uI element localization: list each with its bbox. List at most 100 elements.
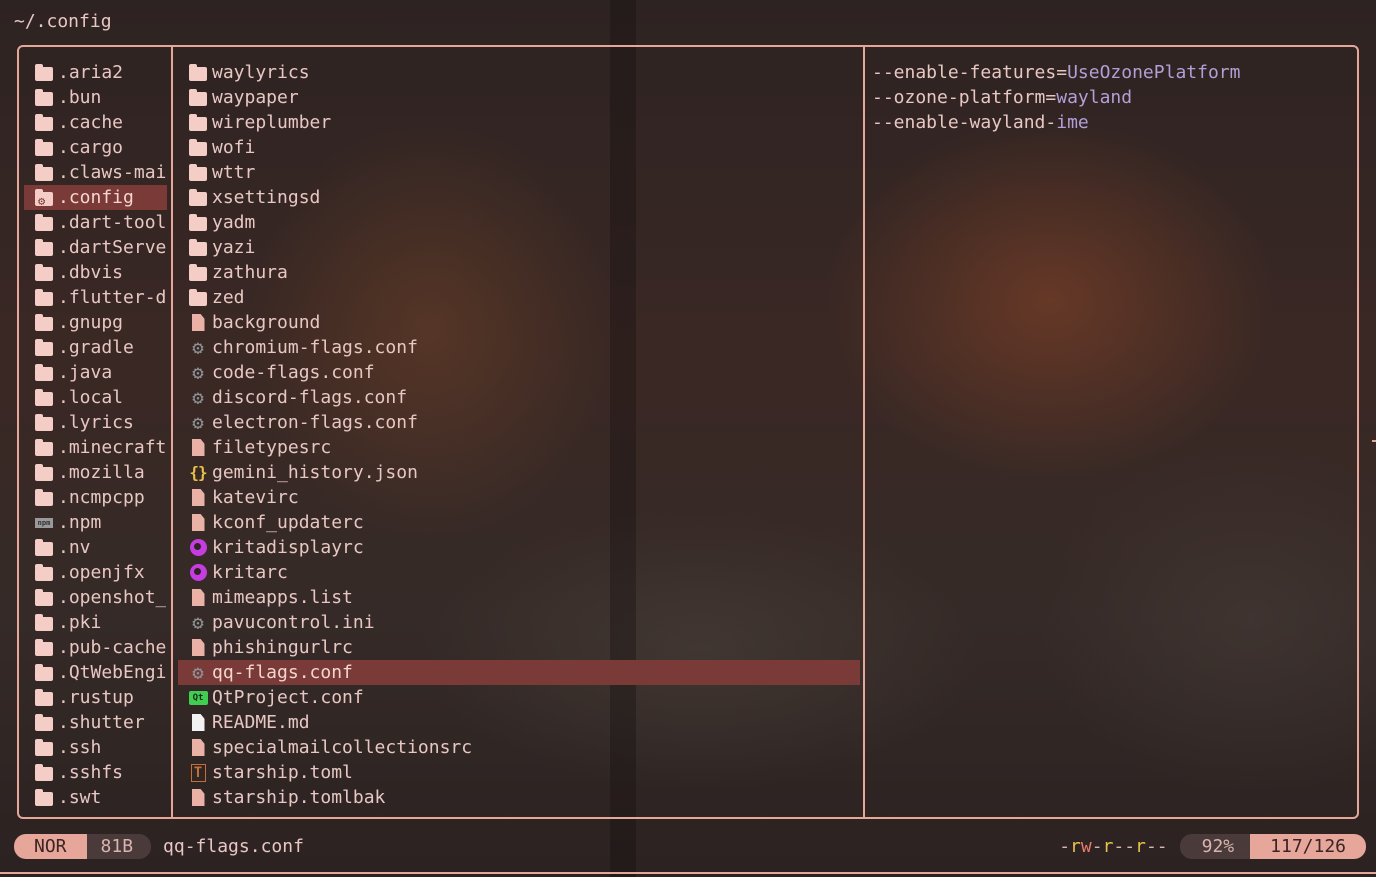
parent-list-item[interactable]: .openjfx xyxy=(24,560,167,585)
file-list-item[interactable]: kconf_updaterc xyxy=(178,510,860,535)
file-list-item[interactable]: ⚙ discord-flags.conf xyxy=(178,385,860,410)
gear-icon: ⚙ xyxy=(192,336,204,359)
parent-list-item-label: .mozilla xyxy=(58,462,145,483)
folder-icon xyxy=(34,688,54,708)
file-list-item[interactable]: yazi xyxy=(178,235,860,260)
parent-list-item[interactable]: .openshot_ xyxy=(24,585,167,610)
file-list-item[interactable]: zathura xyxy=(178,260,860,285)
folder-icon xyxy=(34,413,54,433)
file-list-item[interactable]: {} gemini_history.json xyxy=(178,460,860,485)
folder-icon xyxy=(34,788,54,808)
parent-list-item[interactable]: .sshfs xyxy=(24,760,167,785)
parent-list-item[interactable]: .claws-mai xyxy=(24,160,167,185)
file-preview-pane: --enable-features=UseOzonePlatform --ozon… xyxy=(866,60,1356,135)
file-list-item[interactable]: wireplumber xyxy=(178,110,860,135)
file-list-item[interactable]: filetypesrc xyxy=(178,435,860,460)
file-list-item[interactable]: xsettingsd xyxy=(178,185,860,210)
status-right: -rw-r--r-- 92% 117/126 xyxy=(1059,834,1366,859)
preview-value: wayland xyxy=(1056,87,1133,108)
parent-list-item[interactable]: .flutter-d xyxy=(24,285,167,310)
npm-icon: npm xyxy=(34,513,54,533)
parent-list-item-label: .gradle xyxy=(58,337,134,358)
folder-icon xyxy=(34,88,54,108)
parent-list-item[interactable]: .local xyxy=(24,385,167,410)
current-directory-pane[interactable]: waylyrics waypaper wireplumber wofi wttr xset… xyxy=(178,60,860,810)
file-list-item[interactable]: kritadisplayrc xyxy=(178,535,860,560)
parent-directory-pane[interactable]: .aria2 .bun .cache .cargo .claws-mai .config.… xyxy=(24,60,167,810)
parent-list-item[interactable]: .lyrics xyxy=(24,410,167,435)
parent-list-item[interactable]: .dart-tool xyxy=(24,210,167,235)
parent-list-item[interactable]: .aria2 xyxy=(24,60,167,85)
preview-line: --enable-features=UseOzonePlatform xyxy=(866,60,1356,85)
file-icon xyxy=(188,438,208,458)
file-list-item[interactable]: kritarc xyxy=(178,560,860,585)
file-list-item[interactable]: Tstarship.toml xyxy=(178,760,860,785)
file-list-item[interactable]: waylyrics xyxy=(178,60,860,85)
file-list-item-label: specialmailcollectionsrc xyxy=(212,737,473,758)
folder-icon xyxy=(34,563,54,583)
parent-list-item[interactable]: .shutter xyxy=(24,710,167,735)
parent-list-item[interactable]: .gradle xyxy=(24,335,167,360)
parent-list-item[interactable]: .cache xyxy=(24,110,167,135)
parent-list-item-label: .bun xyxy=(58,87,102,108)
parent-list-item-label: .gnupg xyxy=(58,312,124,333)
parent-list-item[interactable]: .java xyxy=(24,360,167,385)
folder-icon xyxy=(34,613,54,633)
parent-list-item[interactable]: .dbvis xyxy=(24,260,167,285)
parent-list-item[interactable]: .minecraft xyxy=(24,435,167,460)
parent-list-item-label: .config xyxy=(58,187,134,208)
json-icon: {} xyxy=(189,463,207,482)
file-list-item-label: waypaper xyxy=(212,87,299,108)
file-icon xyxy=(188,738,208,758)
file-list-item[interactable]: ⚙ code-flags.conf xyxy=(178,360,860,385)
parent-list-item[interactable]: .pub-cache xyxy=(24,635,167,660)
file-list-item[interactable]: starship.tomlbak xyxy=(178,785,860,810)
parent-list-item[interactable]: .swt xyxy=(24,785,167,810)
preview-flag: --ozone-platform= xyxy=(872,87,1057,108)
parent-list-item-label: .pub-cache xyxy=(58,637,167,658)
file-list-item[interactable]: README.md xyxy=(178,710,860,735)
file-list-item[interactable]: waypaper xyxy=(178,85,860,110)
file-list-item[interactable]: ⚙ electron-flags.conf xyxy=(178,410,860,435)
preview-flag: --enable-wayland- xyxy=(872,112,1057,133)
parent-list-item[interactable]: .cargo xyxy=(24,135,167,160)
file-list-item[interactable]: Qt QtProject.conf xyxy=(178,685,860,710)
parent-list-item[interactable]: .dartServe xyxy=(24,235,167,260)
parent-list-item[interactable]: .mozilla xyxy=(24,460,167,485)
parent-list-item[interactable]: npm .npm xyxy=(24,510,167,535)
file-list-item[interactable]: ⚙ qq-flags.conf xyxy=(178,660,860,685)
right-edge-mark xyxy=(1372,440,1376,442)
file-icon xyxy=(188,588,208,608)
file-list-item-label: xsettingsd xyxy=(212,187,321,208)
parent-list-item[interactable]: .rustup xyxy=(24,685,167,710)
file-list-item[interactable]: background xyxy=(178,310,860,335)
file-list-item[interactable]: yadm xyxy=(178,210,860,235)
file-list-item[interactable]: ⚙ chromium-flags.conf xyxy=(178,335,860,360)
file-list-item[interactable]: wttr xyxy=(178,160,860,185)
file-list-item-label: background xyxy=(212,312,321,333)
file-list-item-label: electron-flags.conf xyxy=(212,412,418,433)
file-list-item[interactable]: zed xyxy=(178,285,860,310)
file-list-item[interactable]: ⚙ pavucontrol.ini xyxy=(178,610,860,635)
parent-list-item[interactable]: .nv xyxy=(24,535,167,560)
file-list-item[interactable]: katevirc xyxy=(178,485,860,510)
folder-icon xyxy=(34,663,54,683)
parent-list-item[interactable]: .config xyxy=(24,185,167,210)
file-list-item[interactable]: phishingurlrc xyxy=(178,635,860,660)
parent-list-item-label: .openjfx xyxy=(58,562,145,583)
file-list-item[interactable]: specialmailcollectionsrc xyxy=(178,735,860,760)
file-list-item[interactable]: mimeapps.list xyxy=(178,585,860,610)
file-icon xyxy=(188,313,208,333)
file-size: 81B xyxy=(86,834,152,859)
parent-list-item[interactable]: .gnupg xyxy=(24,310,167,335)
folder-icon xyxy=(34,388,54,408)
parent-list-item[interactable]: .QtWebEngi xyxy=(24,660,167,685)
parent-list-item[interactable]: .ncmpcpp xyxy=(24,485,167,510)
parent-list-item[interactable]: .bun xyxy=(24,85,167,110)
file-list-item[interactable]: wofi xyxy=(178,135,860,160)
parent-list-item-label: .ssh xyxy=(58,737,102,758)
folder-icon xyxy=(188,263,208,283)
parent-list-item[interactable]: .pki xyxy=(24,610,167,635)
bottom-border xyxy=(0,872,1376,874)
parent-list-item[interactable]: .ssh xyxy=(24,735,167,760)
